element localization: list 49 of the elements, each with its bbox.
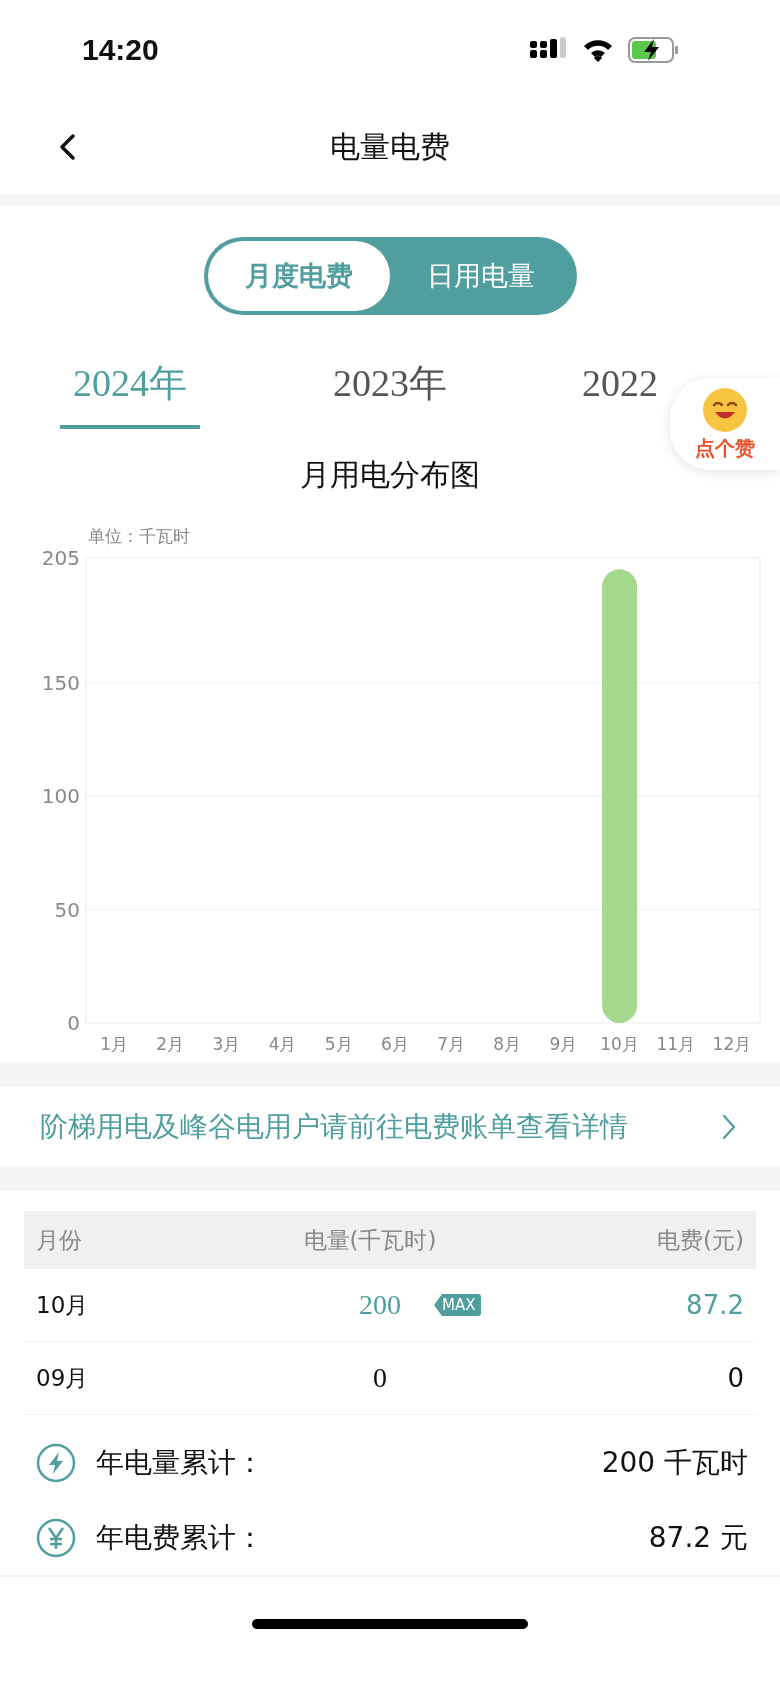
page-title: 电量电费 xyxy=(330,128,450,166)
like-badge[interactable]: 点个赞 xyxy=(670,378,780,470)
column-header: 电量(千瓦时) xyxy=(302,1225,438,1255)
x-tick-label: 12月 xyxy=(712,1034,752,1054)
x-tick-label: 4月 xyxy=(268,1034,297,1054)
x-tick-label: 1月 xyxy=(100,1034,128,1054)
smiley-icon xyxy=(702,386,748,433)
summary-value: 87.2 元 xyxy=(648,1519,748,1556)
x-tick-label: 5月 xyxy=(324,1034,353,1054)
wifi-icon xyxy=(582,38,614,62)
summary-label: 年电量累计： xyxy=(96,1444,265,1481)
y-tick-label: 100 xyxy=(41,784,80,809)
table-cell-text: 0 xyxy=(372,1362,388,1394)
status-time: 14:20 xyxy=(82,33,159,67)
year-tab[interactable]: 2022 xyxy=(582,341,658,429)
summary-value: 200 千瓦时 xyxy=(601,1444,748,1481)
chart-title: 月用电分布图 xyxy=(299,456,481,494)
max-tag: MAX xyxy=(434,1294,482,1316)
x-tick-label: 10月 xyxy=(600,1034,639,1054)
segment-tab[interactable]: 月度电费 xyxy=(207,241,390,311)
y-tick-label: 150 xyxy=(41,670,80,695)
battery-charging-icon xyxy=(628,37,680,63)
segment-tab[interactable]: 日用电量 xyxy=(390,241,573,311)
chevron-right-icon xyxy=(722,1114,736,1140)
summary-label: 年电费累计： xyxy=(96,1519,265,1556)
x-tick-label: 8月 xyxy=(493,1034,522,1054)
lightning-icon xyxy=(36,1442,76,1483)
column-header: 月份 xyxy=(36,1225,83,1255)
table-cell-text: 200 xyxy=(358,1289,402,1321)
yen-icon xyxy=(36,1517,76,1558)
year-tab[interactable]: 2023年 xyxy=(333,341,447,429)
unit-label: 单位：千瓦时 xyxy=(88,526,190,546)
column-header: 电费(元) xyxy=(656,1225,744,1255)
back-icon[interactable] xyxy=(58,133,76,161)
y-tick-label: 0 xyxy=(67,1011,80,1035)
x-tick-label: 9月 xyxy=(549,1034,578,1054)
y-tick-label: 50 xyxy=(54,897,80,922)
notice-link[interactable]: 阶梯用电及峰谷电用户请前往电费账单查看详情 xyxy=(0,1087,780,1167)
table-cell-text: 09月 xyxy=(36,1363,90,1393)
table-cell-text: 0 xyxy=(726,1363,744,1393)
year-tab[interactable]: 2024年 xyxy=(60,341,200,429)
x-tick-label: 7月 xyxy=(437,1034,465,1054)
y-tick-label: 205 xyxy=(41,546,80,570)
table-cell-text: 10月 xyxy=(36,1290,90,1320)
x-tick-label: 6月 xyxy=(381,1034,409,1054)
table-cell-text: 87.2 xyxy=(685,1290,744,1320)
x-tick-label: 11月 xyxy=(656,1034,696,1054)
x-tick-label: 3月 xyxy=(212,1034,241,1054)
x-tick-label: 2月 xyxy=(156,1034,185,1054)
